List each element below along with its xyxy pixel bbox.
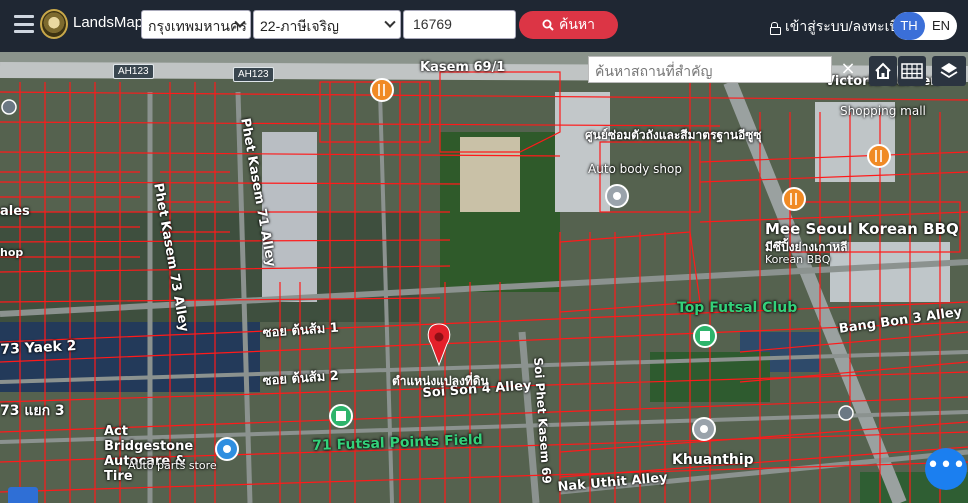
clear-search-button[interactable]: × [834, 56, 862, 83]
label-shopping-mall: Shopping mall [840, 104, 926, 118]
language-toggle: TH EN [893, 12, 957, 40]
road-shield-ah123: AH123 [233, 67, 274, 82]
search-button-label: ค้นหา [558, 16, 596, 32]
parcel-number-input[interactable]: 16769 [403, 10, 516, 39]
road-shield-ah123: AH123 [113, 64, 154, 79]
poi-futsal-1[interactable] [693, 324, 717, 348]
label-edge-ales: ales [0, 204, 30, 219]
poi-futsal-2[interactable] [329, 404, 353, 428]
poi-restaurant-3[interactable] [867, 144, 891, 168]
poi-restaurant-1[interactable] [370, 78, 394, 102]
measure-tool-button[interactable] [8, 487, 38, 503]
lang-en-button[interactable]: EN [925, 12, 957, 40]
place-search-input[interactable]: ค้นหาสถานที่สำคัญ [588, 56, 832, 83]
label-khuanthip: Khuanthip [672, 452, 754, 468]
map-canvas[interactable]: AH123 AH123 Phet Kasem 73 Alley Phet Kas… [0, 52, 968, 503]
label-auto-body-th: ศูนย์ซ่อมตัวถังและสีมาตรฐานอีซูซุ [585, 128, 762, 142]
lang-th-button[interactable]: TH [893, 12, 925, 40]
district-select-value: 22-ภาษีเจริญ [260, 18, 339, 34]
layers-icon [940, 63, 958, 79]
label-edge-hop: hop [0, 246, 24, 259]
bus-stop-icon[interactable] [1, 99, 17, 115]
bus-stop-icon[interactable] [838, 405, 854, 421]
search-icon [542, 19, 554, 31]
home-button[interactable] [869, 56, 897, 86]
poi-restaurant-2[interactable] [782, 187, 806, 211]
home-icon [875, 62, 891, 79]
brand-name[interactable]: LandsMaps [73, 14, 151, 31]
label-kasem-69-1: Kasem 69/1 [420, 60, 506, 75]
district-select[interactable]: 22-ภาษีเจริญ [253, 10, 401, 39]
grid-button[interactable] [898, 56, 926, 86]
search-button[interactable]: ค้นหา [519, 11, 618, 39]
poi-khuanthip[interactable] [692, 417, 716, 441]
lands-department-logo[interactable] [40, 9, 68, 39]
layers-button[interactable] [932, 56, 966, 86]
grid-icon [901, 63, 923, 79]
menu-icon[interactable] [14, 15, 34, 33]
top-bar: LandsMaps กรุงเทพมหานคร 22-ภาษีเจริญ 167… [0, 0, 968, 52]
label-auto-parts: Auto parts store [128, 459, 217, 472]
label-auto-body-en: Auto body shop [588, 162, 682, 176]
parcel-pin-label: ตำแหน่งแปลงที่ดิน [392, 374, 489, 388]
lock-icon [770, 21, 781, 35]
more-options-button[interactable]: ••• [925, 448, 967, 490]
province-select-value: กรุงเทพมหานคร [148, 18, 247, 34]
province-select[interactable]: กรุงเทพมหานคร [141, 10, 251, 39]
label-mee-seoul: Mee Seoul Korean BBQ [765, 220, 959, 238]
label-top-futsal: Top Futsal Club [677, 300, 798, 316]
label-bridgestone: Act Bridgestone Autocare & Tire [104, 424, 194, 484]
label-73-yaek-3: 73 แยก 3 [0, 403, 65, 419]
chevron-down-icon [384, 16, 396, 28]
label-korean-bbq: Korean BBQ [765, 253, 831, 266]
poi-autobody[interactable] [605, 184, 629, 208]
poi-bridgestone[interactable] [215, 437, 239, 461]
